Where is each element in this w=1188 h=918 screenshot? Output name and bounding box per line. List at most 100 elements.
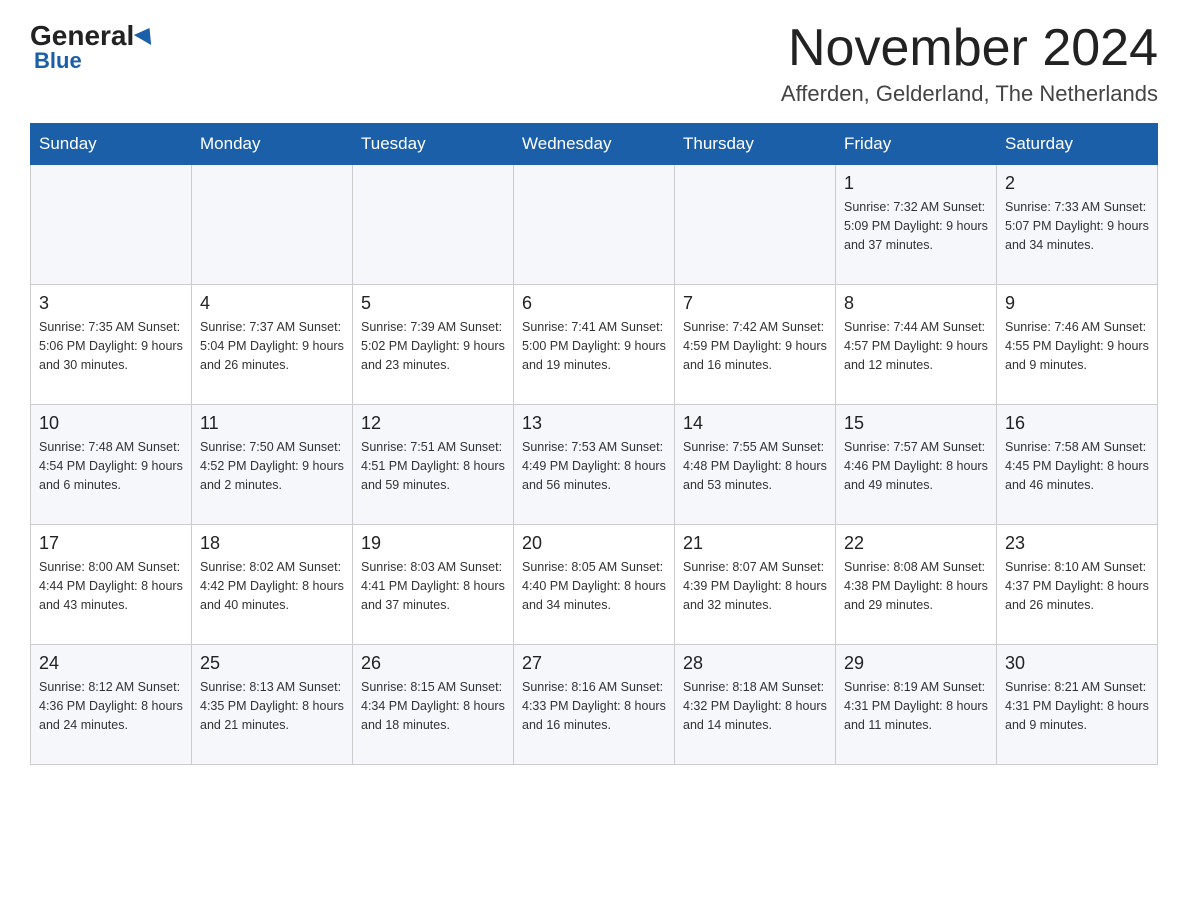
day-info: Sunrise: 7:53 AM Sunset: 4:49 PM Dayligh… xyxy=(522,438,666,494)
table-row: 16 Sunrise: 7:58 AM Sunset: 4:45 PM Dayli… xyxy=(997,405,1158,525)
col-saturday: Saturday xyxy=(997,124,1158,165)
day-number: 11 xyxy=(200,413,344,434)
month-title: November 2024 xyxy=(781,20,1158,77)
day-info: Sunrise: 8:00 AM Sunset: 4:44 PM Dayligh… xyxy=(39,558,183,614)
day-info: Sunrise: 7:58 AM Sunset: 4:45 PM Dayligh… xyxy=(1005,438,1149,494)
day-number: 25 xyxy=(200,653,344,674)
day-number: 21 xyxy=(683,533,827,554)
table-row xyxy=(31,165,192,285)
day-number: 17 xyxy=(39,533,183,554)
day-info: Sunrise: 8:16 AM Sunset: 4:33 PM Dayligh… xyxy=(522,678,666,734)
table-row: 20 Sunrise: 8:05 AM Sunset: 4:40 PM Dayli… xyxy=(514,525,675,645)
table-row: 25 Sunrise: 8:13 AM Sunset: 4:35 PM Dayli… xyxy=(192,645,353,765)
table-row: 12Sunrise: 7:51 AM Sunset: 4:51 PM Dayli… xyxy=(353,405,514,525)
day-number: 29 xyxy=(844,653,988,674)
calendar-week-row: 10 Sunrise: 7:48 AM Sunset: 4:54 PM Dayli… xyxy=(31,405,1158,525)
day-number: 24 xyxy=(39,653,183,674)
calendar-week-row: 1 Sunrise: 7:32 AM Sunset: 5:09 PM Daylig… xyxy=(31,165,1158,285)
table-row: 23 Sunrise: 8:10 AM Sunset: 4:37 PM Dayli… xyxy=(997,525,1158,645)
table-row: 10 Sunrise: 7:48 AM Sunset: 4:54 PM Dayli… xyxy=(31,405,192,525)
table-row xyxy=(353,165,514,285)
day-number: 13 xyxy=(522,413,666,434)
day-number: 18 xyxy=(200,533,344,554)
day-info: Sunrise: 8:21 AM Sunset: 4:31 PM Dayligh… xyxy=(1005,678,1149,734)
table-row: 5 Sunrise: 7:39 AM Sunset: 5:02 PM Daylig… xyxy=(353,285,514,405)
table-row xyxy=(514,165,675,285)
day-number: 26 xyxy=(361,653,505,674)
day-number: 8 xyxy=(844,293,988,314)
day-number: 4 xyxy=(200,293,344,314)
table-row: 4 Sunrise: 7:37 AM Sunset: 5:04 PM Daylig… xyxy=(192,285,353,405)
table-row: 19 Sunrise: 8:03 AM Sunset: 4:41 PM Dayli… xyxy=(353,525,514,645)
day-number: 15 xyxy=(844,413,988,434)
table-row: 7Sunrise: 7:42 AM Sunset: 4:59 PM Daylig… xyxy=(675,285,836,405)
day-info: Sunrise: 7:44 AM Sunset: 4:57 PM Dayligh… xyxy=(844,318,988,374)
day-number: 7 xyxy=(683,293,827,314)
calendar-header-row: Sunday Monday Tuesday Wednesday Thursday… xyxy=(31,124,1158,165)
day-number: 30 xyxy=(1005,653,1149,674)
col-monday: Monday xyxy=(192,124,353,165)
day-number: 16 xyxy=(1005,413,1149,434)
logo-triangle-icon xyxy=(134,23,158,45)
day-info: Sunrise: 7:50 AM Sunset: 4:52 PM Dayligh… xyxy=(200,438,344,494)
table-row: 22 Sunrise: 8:08 AM Sunset: 4:38 PM Dayli… xyxy=(836,525,997,645)
table-row: 30 Sunrise: 8:21 AM Sunset: 4:31 PM Dayli… xyxy=(997,645,1158,765)
table-row: 15 Sunrise: 7:57 AM Sunset: 4:46 PM Dayli… xyxy=(836,405,997,525)
day-info: Sunrise: 8:03 AM Sunset: 4:41 PM Dayligh… xyxy=(361,558,505,614)
day-number: 5 xyxy=(361,293,505,314)
logo: General Blue xyxy=(30,20,156,74)
day-number: 14 xyxy=(683,413,827,434)
table-row: 1 Sunrise: 7:32 AM Sunset: 5:09 PM Daylig… xyxy=(836,165,997,285)
col-friday: Friday xyxy=(836,124,997,165)
table-row: 26 Sunrise: 8:15 AM Sunset: 4:34 PM Dayli… xyxy=(353,645,514,765)
day-info: Sunrise: 8:10 AM Sunset: 4:37 PM Dayligh… xyxy=(1005,558,1149,614)
day-info: Sunrise: 7:32 AM Sunset: 5:09 PM Dayligh… xyxy=(844,198,988,254)
table-row: 18 Sunrise: 8:02 AM Sunset: 4:42 PM Dayli… xyxy=(192,525,353,645)
day-info: Sunrise: 7:48 AM Sunset: 4:54 PM Dayligh… xyxy=(39,438,183,494)
table-row: 14 Sunrise: 7:55 AM Sunset: 4:48 PM Dayli… xyxy=(675,405,836,525)
col-thursday: Thursday xyxy=(675,124,836,165)
day-info: Sunrise: 7:46 AM Sunset: 4:55 PM Dayligh… xyxy=(1005,318,1149,374)
table-row: 21 Sunrise: 8:07 AM Sunset: 4:39 PM Dayli… xyxy=(675,525,836,645)
day-number: 9 xyxy=(1005,293,1149,314)
day-info: Sunrise: 7:41 AM Sunset: 5:00 PM Dayligh… xyxy=(522,318,666,374)
day-number: 20 xyxy=(522,533,666,554)
location-subtitle: Afferden, Gelderland, The Netherlands xyxy=(781,81,1158,107)
col-sunday: Sunday xyxy=(31,124,192,165)
day-info: Sunrise: 7:37 AM Sunset: 5:04 PM Dayligh… xyxy=(200,318,344,374)
table-row: 8 Sunrise: 7:44 AM Sunset: 4:57 PM Daylig… xyxy=(836,285,997,405)
calendar-table: Sunday Monday Tuesday Wednesday Thursday… xyxy=(30,123,1158,765)
day-info: Sunrise: 8:13 AM Sunset: 4:35 PM Dayligh… xyxy=(200,678,344,734)
day-info: Sunrise: 8:02 AM Sunset: 4:42 PM Dayligh… xyxy=(200,558,344,614)
table-row: 17 Sunrise: 8:00 AM Sunset: 4:44 PM Dayli… xyxy=(31,525,192,645)
day-number: 2 xyxy=(1005,173,1149,194)
page-header: General Blue November 2024 Afferden, Gel… xyxy=(30,20,1158,107)
day-info: Sunrise: 8:08 AM Sunset: 4:38 PM Dayligh… xyxy=(844,558,988,614)
table-row: 6 Sunrise: 7:41 AM Sunset: 5:00 PM Daylig… xyxy=(514,285,675,405)
day-info: Sunrise: 7:55 AM Sunset: 4:48 PM Dayligh… xyxy=(683,438,827,494)
table-row xyxy=(675,165,836,285)
day-info: Sunrise: 8:18 AM Sunset: 4:32 PM Dayligh… xyxy=(683,678,827,734)
col-wednesday: Wednesday xyxy=(514,124,675,165)
day-info: Sunrise: 8:15 AM Sunset: 4:34 PM Dayligh… xyxy=(361,678,505,734)
day-info: Sunrise: 8:05 AM Sunset: 4:40 PM Dayligh… xyxy=(522,558,666,614)
day-number: 19 xyxy=(361,533,505,554)
logo-blue-text: Blue xyxy=(34,48,82,74)
day-number: 1 xyxy=(844,173,988,194)
table-row xyxy=(192,165,353,285)
table-row: 3Sunrise: 7:35 AM Sunset: 5:06 PM Daylig… xyxy=(31,285,192,405)
day-info: Sunrise: 7:39 AM Sunset: 5:02 PM Dayligh… xyxy=(361,318,505,374)
day-number: 12 xyxy=(361,413,505,434)
calendar-week-row: 17 Sunrise: 8:00 AM Sunset: 4:44 PM Dayli… xyxy=(31,525,1158,645)
calendar-week-row: 3Sunrise: 7:35 AM Sunset: 5:06 PM Daylig… xyxy=(31,285,1158,405)
day-number: 6 xyxy=(522,293,666,314)
table-row: 11 Sunrise: 7:50 AM Sunset: 4:52 PM Dayli… xyxy=(192,405,353,525)
day-info: Sunrise: 8:07 AM Sunset: 4:39 PM Dayligh… xyxy=(683,558,827,614)
day-number: 22 xyxy=(844,533,988,554)
table-row: 29Sunrise: 8:19 AM Sunset: 4:31 PM Dayli… xyxy=(836,645,997,765)
day-info: Sunrise: 7:57 AM Sunset: 4:46 PM Dayligh… xyxy=(844,438,988,494)
day-number: 3 xyxy=(39,293,183,314)
day-number: 10 xyxy=(39,413,183,434)
day-number: 23 xyxy=(1005,533,1149,554)
day-number: 28 xyxy=(683,653,827,674)
